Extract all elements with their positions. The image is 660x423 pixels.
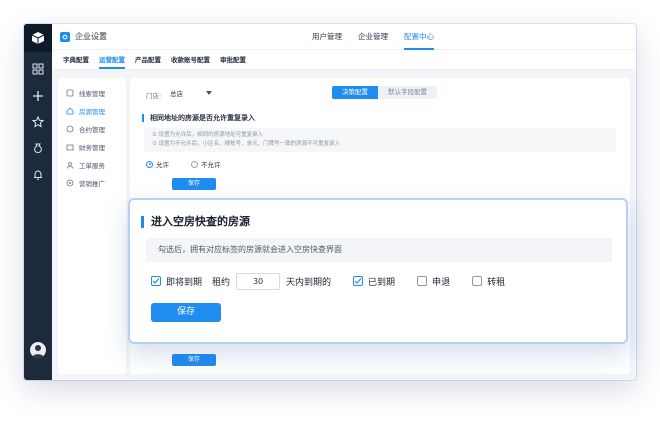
- menu-item-label: 房源管理: [79, 108, 105, 116]
- menu-item-ticket[interactable]: 工单服务: [66, 160, 105, 170]
- money-bag-icon[interactable]: [30, 140, 46, 156]
- tab-approval[interactable]: 审批配置: [215, 50, 251, 69]
- side-menu: 线索管理 房源管理 合约管理 财务管理 工单服务 营销推广: [58, 78, 126, 374]
- bottom-save-button[interactable]: 保存: [172, 354, 216, 366]
- brand: 企业设置: [60, 31, 107, 42]
- menu-item-house[interactable]: 房源管理: [66, 106, 105, 116]
- empty-room-quick-check-card: 进入空房快查的房源 勾选后，拥有对应标签的房源就会进入空房快查界面 即将到期 租…: [128, 198, 628, 344]
- segment-decision-config[interactable]: 决策配置: [332, 86, 378, 99]
- house-icon: [66, 107, 74, 115]
- bell-icon[interactable]: [30, 167, 46, 183]
- store-label: 门店:: [146, 92, 162, 100]
- checkbox-checkout[interactable]: [417, 276, 428, 286]
- store-select[interactable]: 总店: [166, 86, 216, 100]
- section-title: 相同地址的房源是否允许重复录入: [142, 114, 255, 122]
- radio-label: 允许: [156, 161, 169, 169]
- card-title: 进入空房快查的房源: [141, 216, 250, 228]
- plus-icon[interactable]: [30, 88, 46, 104]
- menu-item-label: 合约管理: [79, 126, 105, 134]
- option-expiring-label: 即将到期: [166, 277, 203, 288]
- hint-box: ① 设置为允许后，相同的房源地址可重复录入 ② 设置为不允许后，小区名、楼栋号、…: [144, 128, 616, 152]
- menu-item-clue[interactable]: 线索管理: [66, 88, 105, 98]
- radio-unchecked-icon: [191, 160, 198, 168]
- radio-deny[interactable]: 不允许: [191, 159, 221, 169]
- save-button[interactable]: 保存: [172, 178, 216, 190]
- option-expired-label: 已到期: [368, 277, 396, 288]
- lease-prefix: 租约: [212, 277, 231, 288]
- tab-product[interactable]: 产品配置: [130, 50, 166, 69]
- sub-tabs: 字典配置 运营配置 产品配置 收款账号配置 审批配置: [52, 50, 636, 70]
- menu-item-label: 营销推广: [79, 180, 105, 188]
- settings-icon: [60, 31, 70, 42]
- grid-icon[interactable]: [30, 61, 46, 77]
- contract-icon: [66, 125, 74, 133]
- avatar[interactable]: [30, 342, 46, 358]
- menu-item-label: 线索管理: [79, 90, 105, 98]
- ticket-icon: [66, 161, 74, 169]
- config-segment: 决策配置 默认字段配置: [332, 86, 437, 99]
- lease-suffix: 天内到期的: [286, 277, 332, 288]
- card-hint: 勾选后，拥有对应标签的房源就会进入空房快查界面: [146, 238, 612, 262]
- check-icon: [354, 278, 362, 284]
- marketing-icon: [66, 179, 74, 187]
- days-input[interactable]: 30: [236, 272, 281, 290]
- checkbox-sublet[interactable]: [472, 276, 483, 286]
- hint-line: ① 设置为允许后，相同的房源地址可重复录入: [152, 132, 264, 138]
- card-save-button[interactable]: 保存: [151, 303, 221, 322]
- checkbox-expiring[interactable]: [151, 276, 161, 286]
- topnav-user-management[interactable]: 用户管理: [304, 24, 350, 50]
- option-sublet-label: 转租: [487, 277, 506, 288]
- top-bar: 企业设置 用户管理 企业管理 配置中心: [52, 24, 636, 50]
- checkbox-expired[interactable]: [353, 276, 364, 286]
- check-icon: [152, 278, 160, 284]
- caret-down-icon: [206, 89, 212, 97]
- app-title: 企业设置: [75, 32, 107, 41]
- topnav-company-management[interactable]: 企业管理: [350, 24, 396, 50]
- menu-item-marketing[interactable]: 营销推广: [66, 178, 105, 188]
- stage: 企业设置 用户管理 企业管理 配置中心 字典配置 运营配置 产品配置 收款账号配…: [0, 0, 660, 423]
- radio-checked-icon: [146, 160, 153, 168]
- topnav-config-center[interactable]: 配置中心: [396, 24, 442, 50]
- left-rail: [24, 24, 52, 380]
- tab-operations[interactable]: 运营配置: [94, 50, 130, 69]
- clue-icon: [66, 89, 74, 97]
- star-icon[interactable]: [30, 114, 46, 130]
- menu-item-contract[interactable]: 合约管理: [66, 124, 105, 134]
- menu-item-label: 工单服务: [79, 162, 105, 170]
- menu-item-finance[interactable]: 财务管理: [66, 142, 105, 152]
- tab-payment-account[interactable]: 收款账号配置: [166, 50, 215, 69]
- store-select-value: 总店: [170, 90, 183, 98]
- duplicate-radio-group: 允许 不允许: [146, 159, 221, 169]
- option-checkout-label: 申退: [432, 277, 451, 288]
- menu-item-label: 财务管理: [79, 144, 105, 152]
- hint-line: ② 设置为不允许后，小区名、楼栋号、单元、门牌号一致的房源不可重复录入: [152, 140, 341, 147]
- app-logo-icon[interactable]: [24, 24, 52, 52]
- radio-label: 不允许: [201, 161, 221, 169]
- radio-allow[interactable]: 允许: [146, 159, 169, 169]
- tab-dictionary[interactable]: 字典配置: [58, 50, 94, 69]
- top-nav: 用户管理 企业管理 配置中心: [304, 24, 442, 50]
- tag-options-row: 即将到期 租约 30 天内到期的 已到期 申退 转租: [151, 272, 505, 290]
- segment-default-fields[interactable]: 默认字段配置: [378, 86, 437, 99]
- finance-icon: [66, 143, 74, 151]
